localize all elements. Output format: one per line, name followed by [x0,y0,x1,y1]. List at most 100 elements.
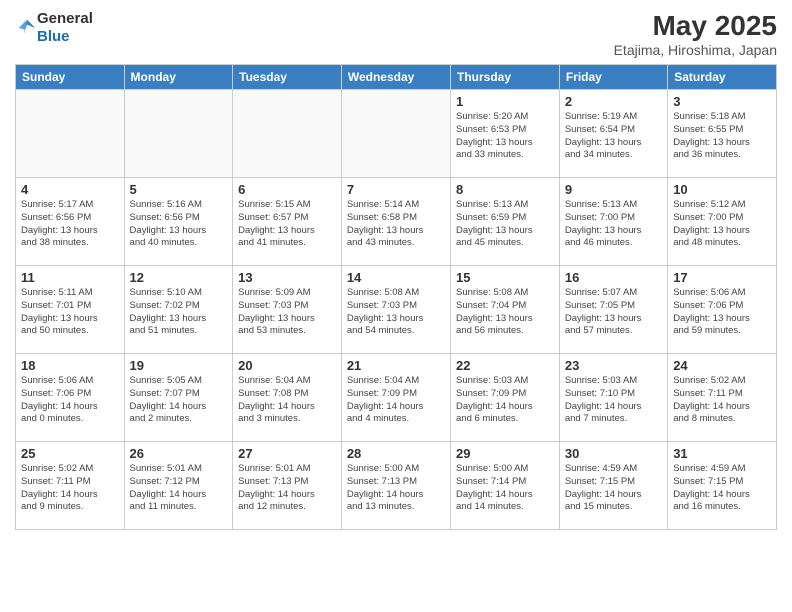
day-info: Sunrise: 5:06 AM Sunset: 7:06 PM Dayligh… [673,287,771,338]
day-number: 15 [456,270,554,285]
day-number: 20 [238,358,336,373]
calendar-day-18: 15 Sunrise: 5:08 AM Sunset: 7:04 PM Dayli… [451,266,560,354]
day-number: 8 [456,182,554,197]
calendar-day-22: 19Sunrise: 5:05 AM Sunset: 7:07 PM Dayli… [124,354,233,442]
day-number: 11 [21,270,119,285]
day-number: 5 [130,182,228,197]
day-info: Sunrise: 5:10 AM Sunset: 7:02 PM Dayligh… [130,287,228,338]
day-info: Sunrise: 5:11 AM Sunset: 7:01 PM Dayligh… [21,287,119,338]
calendar-week-3: 11 Sunrise: 5:11 AM Sunset: 7:01 PM Dayli… [16,266,777,354]
day-info: Sunrise: 5:04 AM Sunset: 7:09 PM Dayligh… [347,375,445,426]
day-info: Sunrise: 5:04 AM Sunset: 7:08 PM Dayligh… [238,375,336,426]
calendar-day-33: 30 Sunrise: 4:59 AM Sunset: 7:15 PM Dayli… [559,442,667,530]
main-container: General Blue May 2025 Etajima, Hiroshima… [0,0,792,540]
weekday-header-row: Sunday Monday Tuesday Wednesday Thursday… [16,65,777,90]
month-title: May 2025 [614,10,777,42]
calendar-day-24: 21 Sunrise: 5:04 AM Sunset: 7:09 PM Dayli… [341,354,450,442]
day-info: Sunrise: 5:01 AM Sunset: 7:13 PM Dayligh… [238,463,336,514]
day-number: 10 [673,182,771,197]
header-tuesday: Tuesday [233,65,342,90]
day-number: 2 [565,94,662,109]
day-info: Sunrise: 5:07 AM Sunset: 7:05 PM Dayligh… [565,287,662,338]
day-number: 23 [565,358,662,373]
day-info: Sunrise: 5:09 AM Sunset: 7:03 PM Dayligh… [238,287,336,338]
logo: General Blue [15,10,93,46]
calendar-day-6: 3 Sunrise: 5:18 AM Sunset: 6:55 PM Daylig… [668,90,777,178]
day-number: 21 [347,358,445,373]
day-info: Sunrise: 5:17 AM Sunset: 6:56 PM Dayligh… [21,199,119,250]
day-info: Sunrise: 5:00 AM Sunset: 7:13 PM Dayligh… [347,463,445,514]
calendar-week-1: 1 Sunrise: 5:20 AM Sunset: 6:53 PM Daylig… [16,90,777,178]
header-monday: Monday [124,65,233,90]
day-number: 24 [673,358,771,373]
calendar-day-20: 17 Sunrise: 5:06 AM Sunset: 7:06 PM Dayli… [668,266,777,354]
calendar-day-3 [341,90,450,178]
day-number: 13 [238,270,336,285]
day-info: Sunrise: 5:20 AM Sunset: 6:53 PM Dayligh… [456,111,554,162]
day-info: Sunrise: 5:00 AM Sunset: 7:14 PM Dayligh… [456,463,554,514]
calendar-day-2 [233,90,342,178]
day-number: 31 [673,446,771,461]
day-number: 25 [21,446,119,461]
day-info: Sunrise: 5:13 AM Sunset: 6:59 PM Dayligh… [456,199,554,250]
calendar-day-21: 18 Sunrise: 5:06 AM Sunset: 7:06 PM Dayli… [16,354,125,442]
day-number: 26 [130,446,228,461]
calendar-day-9: 6Sunrise: 5:15 AM Sunset: 6:57 PM Daylig… [233,178,342,266]
calendar-day-16: 13 Sunrise: 5:09 AM Sunset: 7:03 PM Dayli… [233,266,342,354]
day-number: 18 [21,358,119,373]
calendar-day-11: 8 Sunrise: 5:13 AM Sunset: 6:59 PM Daylig… [451,178,560,266]
day-number: 19 [130,358,228,373]
day-number: 4 [21,182,119,197]
calendar-day-1 [124,90,233,178]
day-info: Sunrise: 5:03 AM Sunset: 7:10 PM Dayligh… [565,375,662,426]
day-number: 28 [347,446,445,461]
calendar-day-10: 7Sunrise: 5:14 AM Sunset: 6:58 PM Daylig… [341,178,450,266]
day-number: 17 [673,270,771,285]
calendar-day-4: 1 Sunrise: 5:20 AM Sunset: 6:53 PM Daylig… [451,90,560,178]
header-friday: Friday [559,65,667,90]
calendar-day-27: 24Sunrise: 5:02 AM Sunset: 7:11 PM Dayli… [668,354,777,442]
day-number: 27 [238,446,336,461]
calendar-day-15: 12Sunrise: 5:10 AM Sunset: 7:02 PM Dayli… [124,266,233,354]
calendar-week-4: 18 Sunrise: 5:06 AM Sunset: 7:06 PM Dayli… [16,354,777,442]
day-number: 29 [456,446,554,461]
header-row: General Blue May 2025 Etajima, Hiroshima… [15,10,777,58]
title-block: May 2025 Etajima, Hiroshima, Japan [614,10,777,58]
calendar-day-23: 20 Sunrise: 5:04 AM Sunset: 7:08 PM Dayli… [233,354,342,442]
calendar-week-5: 25Sunrise: 5:02 AM Sunset: 7:11 PM Dayli… [16,442,777,530]
header-sunday: Sunday [16,65,125,90]
day-info: Sunrise: 5:06 AM Sunset: 7:06 PM Dayligh… [21,375,119,426]
day-info: Sunrise: 5:16 AM Sunset: 6:56 PM Dayligh… [130,199,228,250]
day-number: 9 [565,182,662,197]
day-info: Sunrise: 5:08 AM Sunset: 7:03 PM Dayligh… [347,287,445,338]
calendar-day-30: 27 Sunrise: 5:01 AM Sunset: 7:13 PM Dayli… [233,442,342,530]
day-info: Sunrise: 4:59 AM Sunset: 7:15 PM Dayligh… [673,463,771,514]
calendar-day-5: 2 Sunrise: 5:19 AM Sunset: 6:54 PM Daylig… [559,90,667,178]
calendar-day-12: 9 Sunrise: 5:13 AM Sunset: 7:00 PM Daylig… [559,178,667,266]
day-info: Sunrise: 5:13 AM Sunset: 7:00 PM Dayligh… [565,199,662,250]
calendar-day-14: 11 Sunrise: 5:11 AM Sunset: 7:01 PM Dayli… [16,266,125,354]
calendar-day-29: 26Sunrise: 5:01 AM Sunset: 7:12 PM Dayli… [124,442,233,530]
calendar-day-26: 23 Sunrise: 5:03 AM Sunset: 7:10 PM Dayli… [559,354,667,442]
day-info: Sunrise: 5:18 AM Sunset: 6:55 PM Dayligh… [673,111,771,162]
day-number: 1 [456,94,554,109]
day-number: 14 [347,270,445,285]
header-saturday: Saturday [668,65,777,90]
day-info: Sunrise: 5:19 AM Sunset: 6:54 PM Dayligh… [565,111,662,162]
day-number: 3 [673,94,771,109]
calendar-table: Sunday Monday Tuesday Wednesday Thursday… [15,64,777,530]
calendar-day-0 [16,90,125,178]
logo-icon [17,18,37,38]
day-number: 30 [565,446,662,461]
header-wednesday: Wednesday [341,65,450,90]
day-number: 7 [347,182,445,197]
day-number: 16 [565,270,662,285]
day-info: Sunrise: 4:59 AM Sunset: 7:15 PM Dayligh… [565,463,662,514]
calendar-day-13: 10Sunrise: 5:12 AM Sunset: 7:00 PM Dayli… [668,178,777,266]
calendar-day-19: 16 Sunrise: 5:07 AM Sunset: 7:05 PM Dayli… [559,266,667,354]
day-info: Sunrise: 5:03 AM Sunset: 7:09 PM Dayligh… [456,375,554,426]
header-thursday: Thursday [451,65,560,90]
calendar-day-31: 28 Sunrise: 5:00 AM Sunset: 7:13 PM Dayli… [341,442,450,530]
day-info: Sunrise: 5:08 AM Sunset: 7:04 PM Dayligh… [456,287,554,338]
calendar-day-34: 31 Sunrise: 4:59 AM Sunset: 7:15 PM Dayli… [668,442,777,530]
